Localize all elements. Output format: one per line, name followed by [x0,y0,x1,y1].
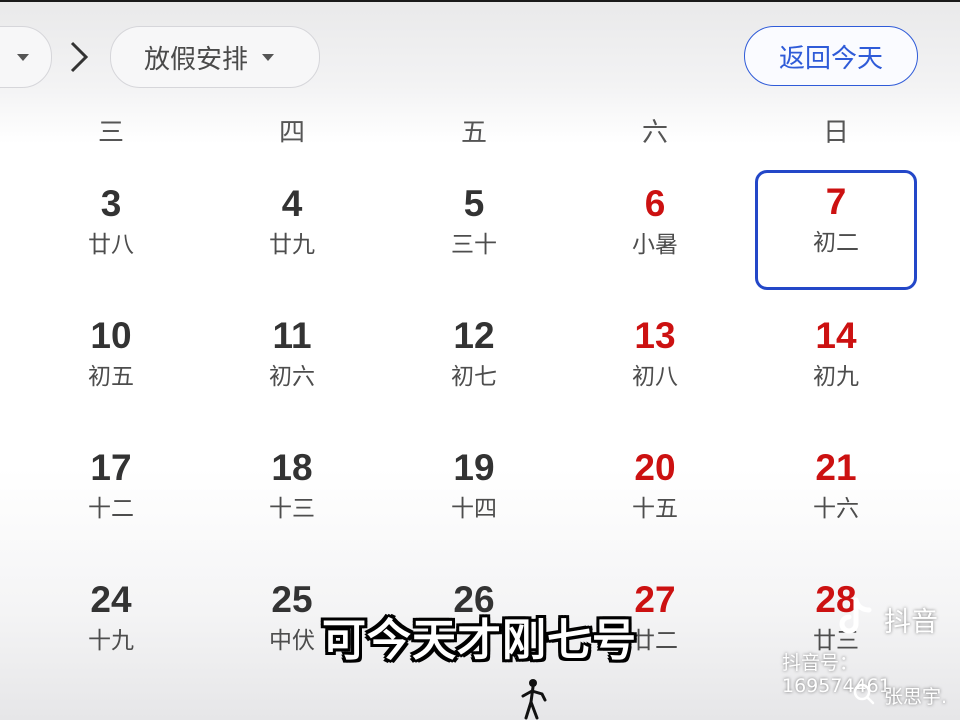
day-cell[interactable]: 12 初七 [393,304,555,424]
day-number: 17 [90,447,132,488]
day-cell[interactable]: 20 十五 [574,436,736,556]
weekday-header-sun: 日 [822,118,849,148]
chevron-right-icon[interactable] [66,40,92,74]
lunar-date: 初五 [88,364,134,390]
day-number: 14 [815,315,857,356]
day-number: 3 [100,183,122,224]
day-cell[interactable]: 11 初六 [211,304,373,424]
caret-down-icon [262,53,275,61]
day-number: 18 [271,447,313,488]
day-cell[interactable]: 10 初五 [30,304,192,424]
day-number: 4 [281,183,303,224]
day-cell[interactable]: 19 十四 [393,436,555,556]
lunar-date: 廿八 [88,232,134,258]
dancing-figure-icon [521,679,547,720]
day-cell[interactable]: 17 十二 [30,436,192,556]
day-cell[interactable]: 21 十六 [755,436,917,556]
search-icon [853,683,875,705]
lunar-date: 初九 [813,364,859,390]
lunar-date: 十九 [88,628,134,654]
lunar-date: 初六 [269,364,315,390]
lunar-date: 十二 [88,496,134,522]
lunar-date: 十五 [632,496,678,522]
day-cell-selected[interactable]: 7 初二 [755,170,917,290]
day-number: 21 [815,447,857,488]
lunar-date: 初七 [451,364,497,390]
lunar-date: 三十 [451,232,497,258]
top-edge [0,0,960,2]
weekday-header-thu: 四 [278,118,305,148]
day-number: 7 [825,181,847,222]
day-cell[interactable]: 13 初八 [574,304,736,424]
day-cell[interactable]: 6 小暑 [574,172,736,292]
holiday-schedule-label: 放假安排 [144,44,249,75]
video-subtitle: 可今天才刚七号 [322,615,637,666]
lunar-date: 十三 [269,496,315,522]
day-cell[interactable]: 5 三十 [393,172,555,292]
lunar-date: 十四 [451,496,497,522]
lunar-date: 初二 [813,230,859,256]
day-cell[interactable]: 4 廿九 [211,172,373,292]
holiday-schedule-dropdown[interactable]: 放假安排 [110,26,320,88]
weekday-header-fri: 五 [460,118,487,148]
day-number: 5 [463,183,485,224]
day-number: 20 [634,447,676,488]
day-number: 13 [634,315,676,356]
day-number: 11 [272,315,312,356]
day-cell[interactable]: 18 十三 [211,436,373,556]
lunar-date: 廿九 [269,232,315,258]
back-to-today-button[interactable]: 返回今天 [744,26,918,86]
lunar-date: 小暑 [632,232,678,258]
day-number: 6 [644,183,666,224]
douyin-logo-icon [839,597,872,634]
day-number: 19 [453,447,495,488]
caret-down-icon [17,53,29,61]
day-number: 10 [90,315,132,356]
weekday-header-wed: 三 [97,118,124,148]
watermark-app-name: 抖音 [884,607,938,638]
weekday-header-sat: 六 [641,118,668,148]
lunar-date: 初八 [632,364,678,390]
day-cell[interactable]: 24 十九 [30,568,192,688]
day-number: 24 [90,579,132,620]
day-number: 12 [453,315,495,356]
day-cell[interactable]: 3 廿八 [30,172,192,292]
day-cell[interactable]: 14 初九 [755,304,917,424]
lunar-date: 十六 [813,496,859,522]
author-name: 张思宇. [884,686,948,708]
